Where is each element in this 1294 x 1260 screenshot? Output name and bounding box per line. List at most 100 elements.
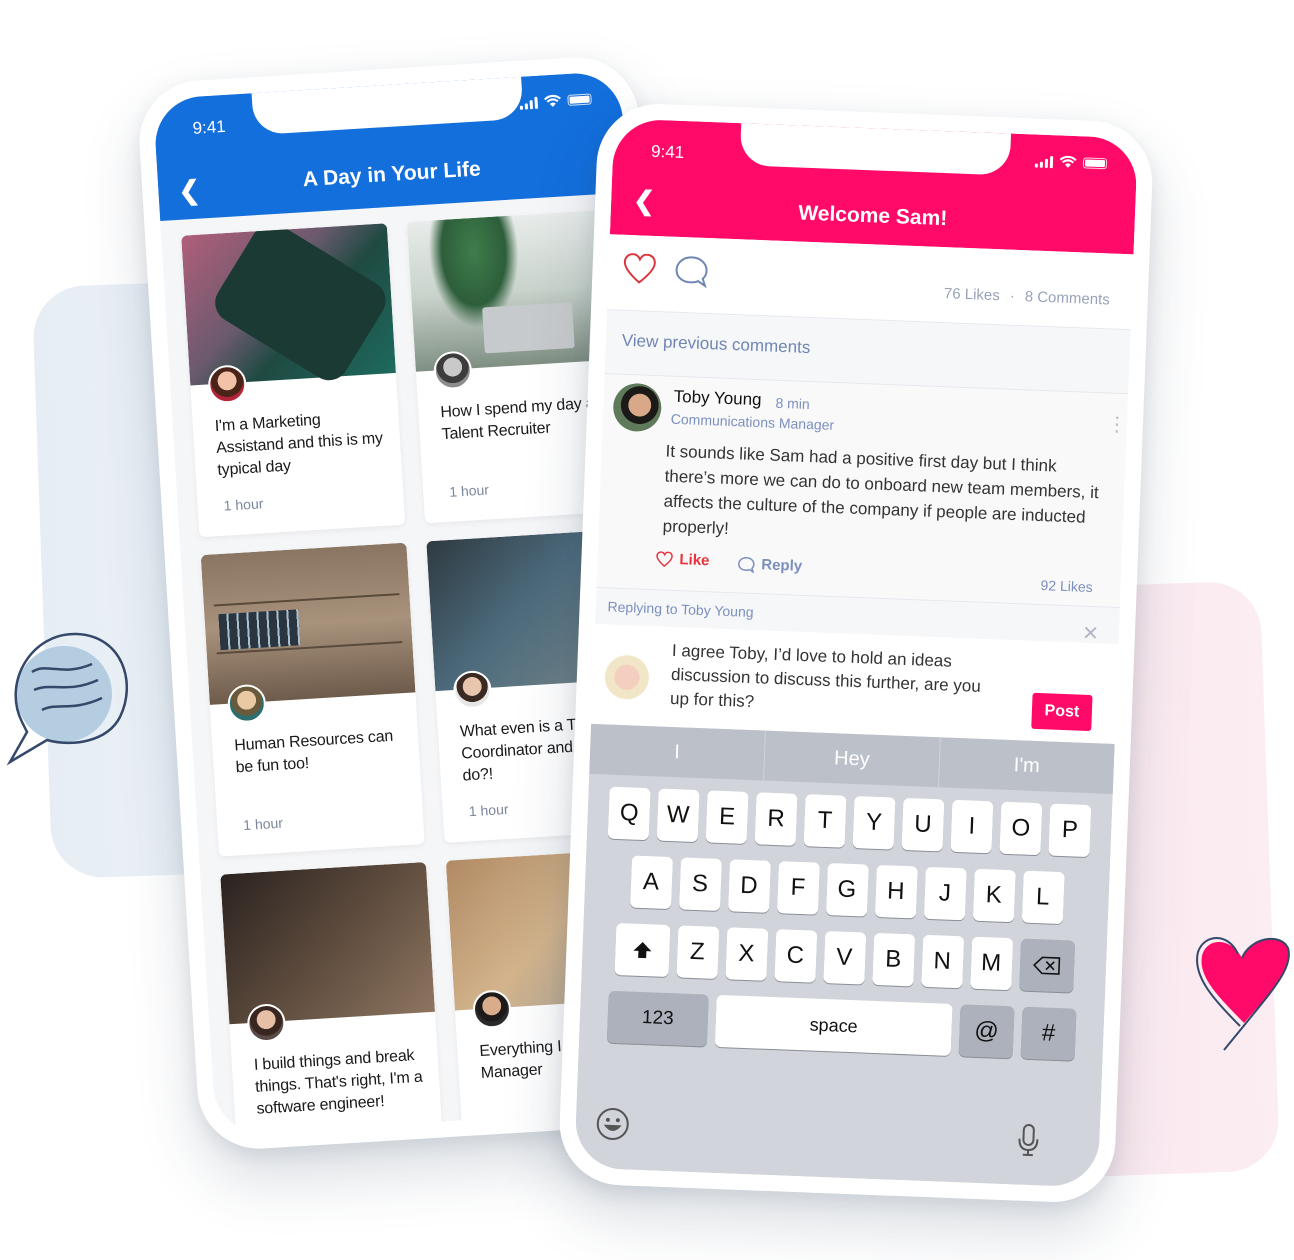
story-duration: 1 hour — [487, 1120, 529, 1136]
key[interactable]: H — [874, 864, 918, 919]
heart-icon — [656, 550, 673, 567]
story-duration: 1 hour — [468, 800, 509, 820]
page-title: Welcome Sam! — [797, 201, 948, 231]
key[interactable]: Q — [607, 786, 651, 841]
replying-to-label: Replying to Toby Young — [607, 598, 754, 621]
key[interactable]: D — [727, 859, 771, 913]
commenter-role: Communications Manager — [670, 410, 835, 433]
screen-welcome-post: 9:41 ❮ Welcome Sam! 76 Likes · 8 Comments … — [574, 118, 1138, 1188]
reply-label: Reply — [760, 556, 803, 575]
key[interactable]: B — [871, 932, 915, 987]
like-label: Like — [679, 551, 710, 570]
key[interactable]: P — [1048, 803, 1092, 858]
keyboard-footer — [575, 1106, 1100, 1166]
key[interactable]: N — [920, 934, 964, 989]
hash-key[interactable]: # — [1020, 1006, 1077, 1061]
keyboard-row-2: A S D F G H J K L — [584, 854, 1110, 926]
keyboard-row-3: Z X C V B N M — [581, 922, 1107, 994]
separator: · — [1009, 287, 1016, 305]
backspace-icon — [1032, 956, 1060, 975]
key[interactable]: L — [1021, 870, 1065, 925]
signal-icon — [1034, 155, 1054, 168]
comment-likes-count: 92 Likes — [1040, 577, 1094, 596]
reply-button[interactable]: Reply — [737, 555, 803, 575]
view-previous-comments-link[interactable]: View previous comments — [621, 331, 810, 358]
at-key[interactable]: @ — [958, 1004, 1015, 1059]
story-title: I build things and break things. That's … — [253, 1047, 424, 1118]
comment-icon[interactable] — [674, 255, 709, 289]
comment-item: Toby Young 8 min Communications Manager … — [596, 374, 1129, 609]
like-button[interactable]: Like — [655, 550, 710, 569]
story-card[interactable]: I'm a Marketing Assistand and this is my… — [181, 223, 406, 538]
microphone-icon[interactable] — [1017, 1123, 1040, 1158]
key[interactable]: U — [901, 797, 945, 852]
story-image — [220, 862, 435, 1025]
space-key[interactable]: space — [714, 994, 953, 1056]
key[interactable]: W — [656, 788, 700, 843]
key[interactable]: G — [825, 863, 869, 917]
comment-body: It sounds like Sam had a positive first … — [662, 441, 1100, 539]
story-duration: 1 hour — [223, 495, 264, 514]
more-options-icon[interactable]: ⋮ — [1107, 413, 1128, 436]
key[interactable]: E — [705, 790, 749, 844]
suggestion[interactable]: Hey — [764, 730, 941, 788]
speech-bubble-icon — [6, 632, 129, 766]
app-header: 9:41 ❮ A Day in Your Life — [152, 70, 628, 222]
status-icons — [1034, 155, 1108, 171]
key[interactable]: F — [776, 861, 820, 915]
app-header: 9:41 ❮ Welcome Sam! — [609, 118, 1138, 255]
post-stats: 76 Likes · 8 Comments — [944, 285, 1110, 308]
story-title: Human Resources can be fun too! — [233, 727, 394, 777]
heart-icon[interactable] — [622, 253, 657, 286]
key[interactable]: O — [999, 801, 1043, 856]
phone-welcome-post: 9:41 ❮ Welcome Sam! 76 Likes · 8 Comments … — [557, 101, 1155, 1205]
keyboard-row-4: 123 space @ # — [579, 990, 1105, 1062]
backspace-key[interactable] — [1018, 938, 1075, 993]
commenter-name[interactable]: Toby Young — [673, 387, 762, 410]
comment-icon — [738, 556, 755, 573]
key[interactable]: V — [822, 931, 866, 985]
key[interactable]: M — [969, 936, 1013, 991]
current-user-avatar — [604, 654, 650, 701]
story-image — [200, 542, 416, 705]
keyboard-row-1: Q W E R T Y U I O P — [587, 786, 1113, 858]
phone-notch — [251, 76, 524, 136]
emoji-icon[interactable] — [595, 1106, 630, 1141]
key[interactable]: I — [950, 799, 994, 854]
battery-icon — [567, 93, 592, 106]
signal-icon — [519, 96, 539, 110]
reply-input[interactable]: I agree Toby, I’d love to hold an ideas … — [670, 639, 993, 723]
key[interactable]: X — [724, 927, 768, 981]
post-button[interactable]: Post — [1031, 692, 1093, 732]
likes-count[interactable]: 76 Likes — [944, 285, 1000, 304]
key[interactable]: A — [629, 855, 673, 910]
comments-count[interactable]: 8 Comments — [1024, 288, 1110, 308]
status-icons — [519, 92, 592, 110]
key[interactable]: K — [972, 868, 1016, 923]
battery-icon — [1082, 157, 1108, 170]
story-title: I'm a Marketing Assistand and this is my… — [214, 411, 384, 479]
wifi-icon — [1059, 155, 1077, 168]
suggestion[interactable]: I'm — [939, 737, 1115, 794]
story-duration: 1 hour — [262, 1134, 303, 1135]
heart-doodle-icon — [1196, 937, 1290, 1051]
suggestion[interactable]: I — [589, 723, 766, 781]
status-time: 9:41 — [650, 141, 685, 163]
status-time: 9:41 — [192, 116, 227, 138]
key[interactable]: S — [678, 857, 722, 911]
story-card[interactable]: I build things and break things. That's … — [220, 862, 445, 1136]
story-card[interactable]: Human Resources can be fun too! 1 hour — [200, 542, 425, 857]
story-duration: 1 hour — [448, 481, 490, 500]
key[interactable]: Z — [675, 925, 719, 979]
key[interactable]: T — [803, 794, 847, 848]
comment-time: 8 min — [775, 394, 811, 413]
key[interactable]: J — [923, 866, 967, 921]
shift-key[interactable] — [613, 922, 670, 978]
key[interactable]: C — [773, 929, 817, 983]
numbers-key[interactable]: 123 — [606, 990, 709, 1047]
story-duration: 1 hour — [242, 814, 284, 834]
key[interactable]: R — [754, 792, 798, 846]
keyboard: I Hey I'm Q W E R T Y U I O P A S D F G … — [574, 723, 1115, 1188]
key[interactable]: Y — [852, 796, 896, 850]
commenter-avatar[interactable] — [612, 382, 663, 433]
